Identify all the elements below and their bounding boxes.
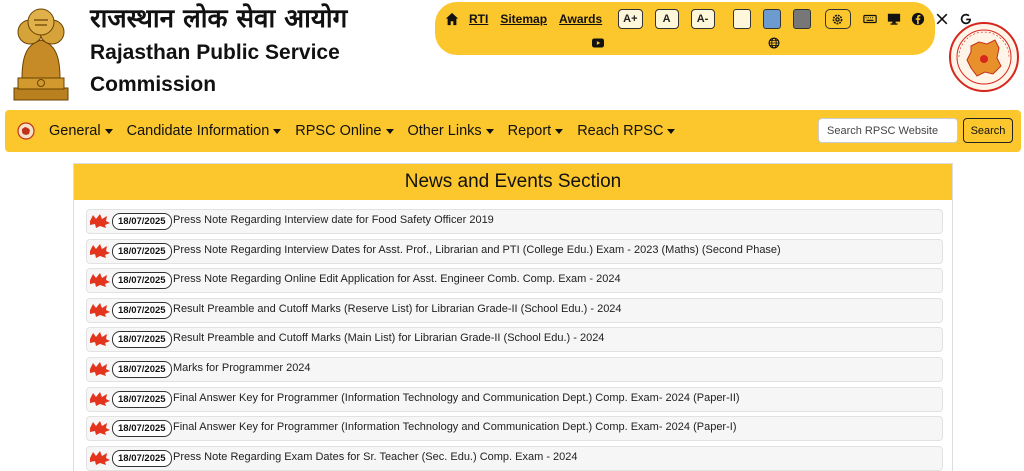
nav-report-label: Report — [507, 123, 552, 139]
nav-other-links-label: Other Links — [407, 123, 482, 139]
facebook-icon[interactable] — [911, 12, 925, 26]
site-title: राजस्थान लोक सेवा आयोग Rajasthan Public … — [90, 4, 347, 100]
gear-icon — [832, 14, 843, 24]
caret-down-icon — [385, 128, 394, 134]
nav-general-label: General — [49, 123, 101, 139]
page: राजस्थान लोक सेवा आयोग Rajasthan Public … — [0, 0, 1024, 471]
search-input[interactable] — [818, 118, 958, 143]
news-date: 18/07/2025 — [112, 301, 172, 319]
title-english-line1: Rajasthan Public Service — [90, 41, 340, 64]
x-twitter-icon[interactable] — [935, 12, 949, 26]
caret-down-icon — [555, 128, 564, 134]
theme-blue-swatch[interactable] — [762, 9, 781, 29]
news-link[interactable]: Press Note Regarding Interview Dates for… — [173, 244, 781, 256]
new-badge-icon — [90, 302, 110, 317]
site-header: राजस्थान लोक सेवा आयोग Rajasthan Public … — [0, 0, 1024, 108]
news-item[interactable]: 18/07/2025 Press Note Regarding Intervie… — [86, 209, 943, 234]
news-item[interactable]: 18/07/2025 Final Answer Key for Programm… — [86, 386, 943, 412]
new-badge-icon — [90, 243, 110, 258]
nav-report[interactable]: Report — [508, 123, 564, 139]
nav-candidate-information[interactable]: Candidate Information — [127, 123, 282, 139]
nav-other-links[interactable]: Other Links — [408, 123, 494, 139]
caret-down-icon — [667, 128, 676, 134]
news-item[interactable]: 18/07/2025 Result Preamble and Cutoff Ma… — [86, 327, 943, 353]
nav-rpsc-online-label: RPSC Online — [295, 123, 382, 139]
news-date: 18/07/2025 — [112, 420, 172, 438]
youtube-icon[interactable] — [592, 38, 604, 48]
title-hindi: राजस्थान लोक सेवा आयोग — [90, 4, 348, 34]
news-link[interactable]: Result Preamble and Cutoff Marks (Reserv… — [173, 303, 622, 315]
new-badge-icon — [90, 421, 110, 436]
news-link[interactable]: Press Note Regarding Interview date for … — [173, 214, 494, 226]
new-badge-icon — [90, 273, 110, 288]
title-english-line2: Commission — [90, 73, 217, 96]
news-item[interactable]: 18/07/2025 Press Note Regarding Intervie… — [86, 238, 943, 264]
news-item[interactable]: 18/07/2025 Result Preamble and Cutoff Ma… — [86, 297, 943, 323]
news-events-panel: News and Events Section 18/07/2025 Press… — [73, 163, 953, 471]
settings-button[interactable] — [824, 9, 851, 29]
keyboard-icon[interactable] — [862, 12, 877, 26]
news-link[interactable]: Press Note Regarding Online Edit Applica… — [173, 273, 621, 285]
news-item[interactable]: 18/07/2025 Press Note Regarding Exam Dat… — [86, 445, 943, 471]
caret-down-icon — [273, 128, 282, 134]
news-section-title: News and Events Section — [404, 171, 622, 192]
sitemap-link[interactable]: Sitemap — [500, 12, 547, 26]
nav-rpsc-online[interactable]: RPSC Online — [295, 123, 394, 139]
new-badge-icon — [90, 450, 110, 465]
theme-grey-swatch[interactable] — [792, 9, 811, 29]
news-link[interactable]: Final Answer Key for Programmer (Informa… — [173, 392, 740, 404]
news-date: 18/07/2025 — [112, 360, 172, 378]
accessibility-bar: RTI Sitemap Awards A+ A A- — [435, 2, 971, 55]
font-decrease-button[interactable]: A- — [690, 9, 715, 29]
news-date: 18/07/2025 — [112, 242, 172, 260]
new-badge-icon — [90, 332, 110, 347]
new-badge-icon — [90, 391, 110, 406]
globe-icon[interactable] — [768, 37, 780, 49]
new-badge-icon — [90, 214, 110, 228]
news-item[interactable]: 18/07/2025 Press Note Regarding Online E… — [86, 268, 943, 294]
news-date: 18/07/2025 — [112, 213, 172, 230]
nav-candidate-information-label: Candidate Information — [126, 123, 270, 139]
rpsc-seal-logo[interactable] — [949, 22, 1019, 92]
news-date: 18/07/2025 — [112, 331, 172, 349]
theme-light-swatch[interactable] — [732, 9, 751, 29]
news-header: News and Events Section — [74, 164, 952, 200]
font-normal-button[interactable]: A — [654, 9, 679, 29]
main-navbar: General Candidate Information RPSC Onlin… — [5, 110, 1021, 152]
caret-down-icon — [485, 128, 494, 134]
news-link[interactable]: Marks for Programmer 2024 — [173, 362, 311, 374]
home-icon[interactable] — [445, 12, 459, 26]
news-link[interactable]: Final Answer Key for Programmer (Informa… — [173, 421, 736, 433]
news-item[interactable]: 18/07/2025 Final Answer Key for Programm… — [86, 416, 943, 442]
font-increase-button[interactable]: A+ — [618, 9, 643, 29]
rpsc-small-logo[interactable] — [17, 122, 35, 140]
rti-link[interactable]: RTI — [469, 12, 488, 26]
news-date: 18/07/2025 — [112, 449, 172, 467]
nav-reach-rpsc-label: Reach RPSC — [577, 123, 664, 139]
news-item[interactable]: 18/07/2025 Marks for Programmer 2024 — [86, 356, 943, 382]
new-badge-icon — [90, 361, 110, 376]
news-list: 18/07/2025 Press Note Regarding Intervie… — [86, 209, 943, 471]
caret-down-icon — [104, 128, 113, 134]
nav-reach-rpsc[interactable]: Reach RPSC — [577, 123, 676, 139]
nav-general[interactable]: General — [49, 123, 113, 139]
awards-link[interactable]: Awards — [559, 12, 602, 26]
search-button[interactable]: Search — [963, 118, 1013, 143]
news-date: 18/07/2025 — [112, 272, 172, 290]
news-link[interactable]: Result Preamble and Cutoff Marks (Main L… — [173, 332, 604, 344]
national-emblem-logo[interactable] — [8, 4, 74, 102]
news-date: 18/07/2025 — [112, 390, 172, 408]
news-link[interactable]: Press Note Regarding Exam Dates for Sr. … — [173, 451, 578, 463]
monitor-icon[interactable] — [887, 12, 901, 26]
